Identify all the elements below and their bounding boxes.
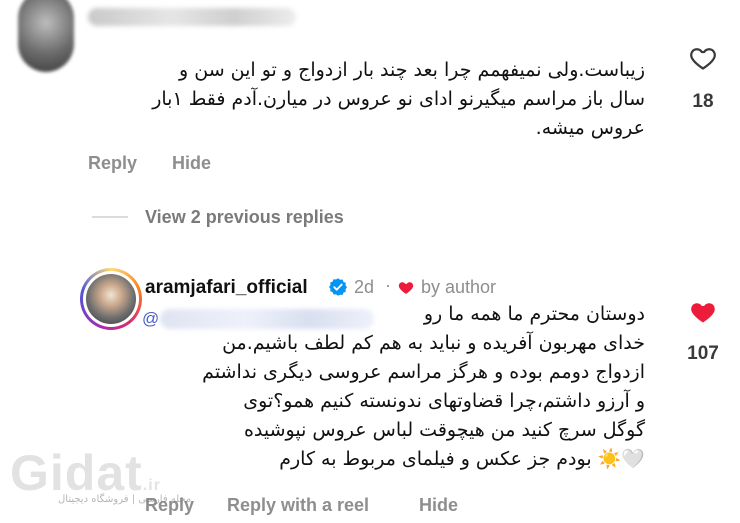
reply-text: دوستان محترم ما همه ما رو خدای مهربون آف… xyxy=(85,300,645,474)
heart-outline-icon xyxy=(690,48,716,70)
comment-like-count: 18 xyxy=(692,91,714,112)
reply-like-button[interactable] xyxy=(688,298,718,330)
reply-line-end: بودم جز عکس و فیلمای مربوط به کارم xyxy=(279,448,592,470)
watermark-brand: Gidat xyxy=(10,445,143,501)
reply-hide-button[interactable]: Hide xyxy=(419,495,458,516)
reply-with-reel-button[interactable]: Reply with a reel xyxy=(227,495,369,516)
verified-badge-icon xyxy=(329,278,347,296)
replies-divider-line xyxy=(92,216,128,218)
comment-line: عروس میشه. xyxy=(535,117,645,139)
reply-line: گوگل سرچ کنید من هیچوقت لباس عروس نپوشید… xyxy=(243,419,645,441)
reply-emojis: 🤍☀️ xyxy=(597,448,645,470)
reply-username[interactable]: aramjafari_official xyxy=(145,277,308,299)
reply-line: و آرزو داشتم،چرا قضاوتهای ندونسته کنیم ه… xyxy=(243,390,645,412)
meta-separator: · xyxy=(385,275,391,295)
heart-filled-icon xyxy=(691,303,715,323)
watermark-tagline: مجله فارسی | فروشگاه دیجیتال xyxy=(58,494,192,505)
watermark-domain: .ir xyxy=(142,477,161,494)
commenter-username-redacted xyxy=(88,8,296,26)
heart-filled-icon xyxy=(398,282,414,294)
comment-reply-button[interactable]: Reply xyxy=(88,153,137,174)
reply-time: 2d xyxy=(354,277,375,297)
reply-line: خدای مهربون آفریده و نباید به هم کم لطف … xyxy=(222,332,645,354)
comment-hide-button[interactable]: Hide xyxy=(172,153,211,174)
comment-like-button[interactable] xyxy=(688,44,718,76)
reply-line: ازدواج دومم بوده و هرگز مراسم عروسی دیگر… xyxy=(202,361,645,383)
verified-badge xyxy=(328,277,348,301)
by-author-label: by author xyxy=(421,277,497,297)
liked-by-author-indicator xyxy=(397,279,415,300)
comment-line: سال باز مراسم میگیرنو ادای نو عروس در می… xyxy=(152,88,645,110)
reply-like-count: 107 xyxy=(687,343,719,364)
view-previous-replies-button[interactable]: View 2 previous replies xyxy=(145,207,344,228)
comment-text: زیباست.ولی نمیفهمم چرا بعد چند بار ازدوا… xyxy=(85,56,645,143)
commenter-avatar[interactable] xyxy=(18,0,74,72)
reply-line: دوستان محترم ما همه ما رو xyxy=(423,303,645,325)
reply-line: 🤍☀️ بودم جز عکس و فیلمای مربوط به کارم xyxy=(85,445,645,474)
comment-line: زیباست.ولی نمیفهمم چرا بعد چند بار ازدوا… xyxy=(179,59,645,81)
